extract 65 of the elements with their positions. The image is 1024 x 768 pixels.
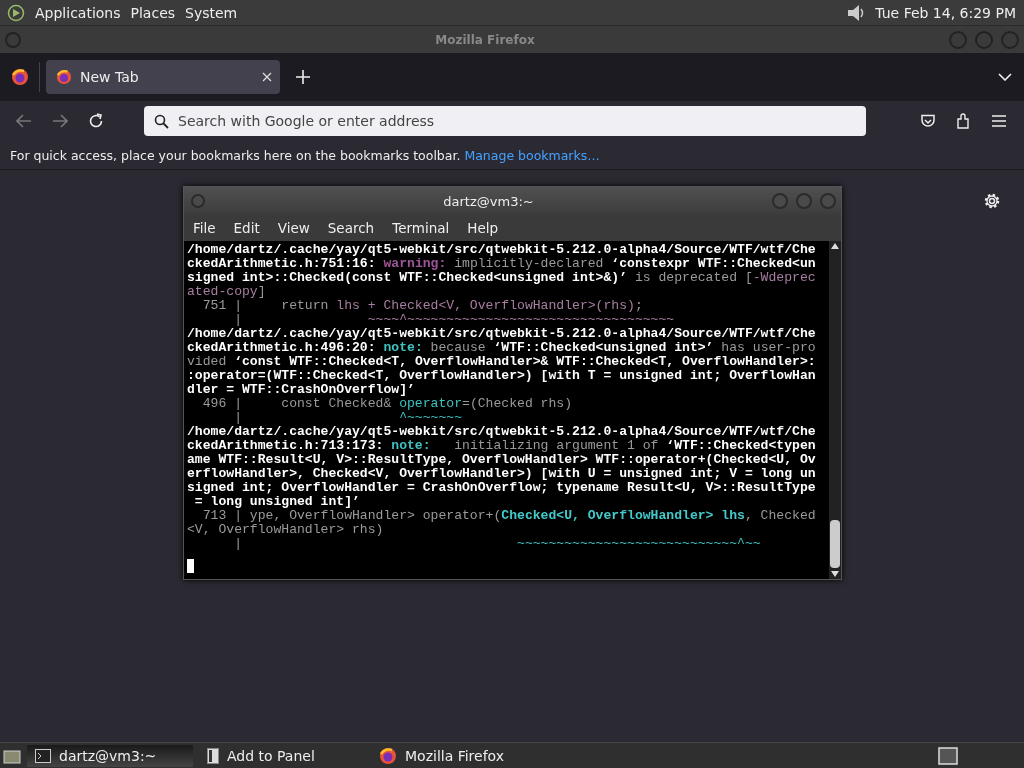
terminal-line: /home/dartz/.cache/yay/qt5-webkit/src/qtwebkit-5.212.0-alpha4/Source/WTF/wtf/Che [187,243,817,257]
terminal-line: | ~~~~^~~~~~~~~~~~~~~~~~~~~~~~~~~~~~~~~~~ [233,313,676,327]
settings-icon[interactable] [983,192,1001,210]
clock[interactable]: Tue Feb 14, 6:29 PM [875,4,1016,21]
address-field[interactable]: Search with Google or enter address [144,106,866,136]
terminal-line: ame WTF::Result<U, V>::ResultType, OverflowHandler> WTF::operator+(Checked<U, Ov [187,453,817,467]
terminal-line: 751 | return lhs + Checked<V, OverflowHandler>(rhs); [201,299,644,313]
terminal-line: signed int>::Checked(const WTF::Checked<unsigned int>&)’ is deprecated [-Wdeprec [187,271,817,285]
menu-item[interactable]: View [277,220,310,236]
reload-icon[interactable] [88,113,104,129]
terminal-line: <V, OverflowHandler> rhs) [187,523,385,537]
firefox-logo-icon [56,69,72,85]
terminal-line: :operator=(WTF::Checked<T, OverflowHandler>) [with T = unsigned int; OverflowHan [187,369,817,383]
bookmarks-message: For quick access, place your bookmarks here on the bookmarks toolbar. [10,147,461,163]
panel-menu[interactable]: Places [130,4,176,21]
browser-tab[interactable]: New Tab [46,60,280,94]
menu-item[interactable]: File [193,220,216,236]
terminal-line: vided ‘const WTF::Checked<T, OverflowHandler>& WTF::Checked<T, OverflowHandler>: [187,355,817,369]
firefox-logo-icon [379,746,397,765]
terminal-line: ated-copy] [187,285,267,299]
manage-bookmarks-link[interactable]: Manage bookmarks… [464,147,600,163]
scroll-up-icon[interactable] [831,243,839,249]
terminal-line: dler = WTF::CrashOnOverflow]’ [187,383,416,397]
terminal-line: = long unsigned int]’ [193,495,361,509]
new-tab-icon[interactable] [296,70,310,84]
panel-menu[interactable]: Applications [35,4,121,21]
terminal-line: ckedArithmetic.h:751:16: warning: implicitly-declared ‘constexpr WTF::Checked<un [187,257,817,271]
terminal-line: ckedArithmetic.h:496:20: note: because ‘WTF::Checked<unsigned int>’ has user-pro [187,341,817,355]
panel-icon [207,747,219,764]
extensions-icon[interactable] [956,113,972,129]
menu-item[interactable]: Terminal [392,220,450,236]
terminal-line: ckedArithmetic.h:713:173: note: initializing argument 1 of ‘WTF::Checked<typen [187,439,817,453]
terminal-line: | ~~~~~~~~~~~~~~~~~~~~~~~~~~~~^~~ [233,537,762,551]
terminal-line: /home/dartz/.cache/yay/qt5-webkit/src/qtwebkit-5.212.0-alpha4/Source/WTF/wtf/Che [187,425,817,439]
firefox-logo-icon[interactable] [11,68,29,86]
terminal-line: signed int; OverflowHandler = CrashOnOverflow; typename Result<U, V>::ResultType [187,481,817,495]
show-desktop-icon[interactable] [3,747,21,764]
menu-item[interactable]: Edit [233,220,260,236]
window-title: Mozilla Firefox [434,32,536,47]
text-cursor [187,559,194,573]
menu-item[interactable]: Search [327,220,375,236]
tab-label: New Tab [80,69,140,85]
pocket-icon[interactable] [920,113,936,129]
menu-logo-icon[interactable] [7,3,25,22]
scrollbar-thumb[interactable] [830,520,840,568]
menu-item[interactable]: Help [467,220,499,236]
taskbar-item[interactable]: Mozilla Firefox [371,744,567,767]
scrollbar[interactable] [829,241,841,579]
panel-menu[interactable]: System [185,4,238,21]
terminal-icon [35,748,51,763]
scroll-down-icon[interactable] [831,571,839,577]
taskbar-item[interactable]: Add to Panel [199,744,365,767]
close-icon[interactable] [262,72,272,82]
terminal-line: | ^~~~~~~~ [233,411,464,425]
chevron-down-icon[interactable] [998,73,1012,81]
terminal-line: 496 | const Checked& operator=(Checked rhs) [201,397,574,411]
workspace-switcher-icon[interactable] [938,746,958,765]
terminal-line: erflowHandler>, Checked<V, OverflowHandler>) [with U = unsigned int; V = long un [187,467,817,481]
taskbar-item[interactable]: dartz@vm3:~ [27,744,193,767]
back-icon[interactable] [16,114,32,128]
window-title: dartz@vm3:~ [442,193,535,209]
forward-icon[interactable] [52,114,68,128]
terminal-line: /home/dartz/.cache/yay/qt5-webkit/src/qtwebkit-5.212.0-alpha4/Source/WTF/wtf/Che [187,327,817,341]
terminal-line: 713 | ype, OverflowHandler> operator+(Checked<U, OverflowHandler> lhs, Checked [201,509,817,523]
menu-icon[interactable] [992,115,1006,127]
